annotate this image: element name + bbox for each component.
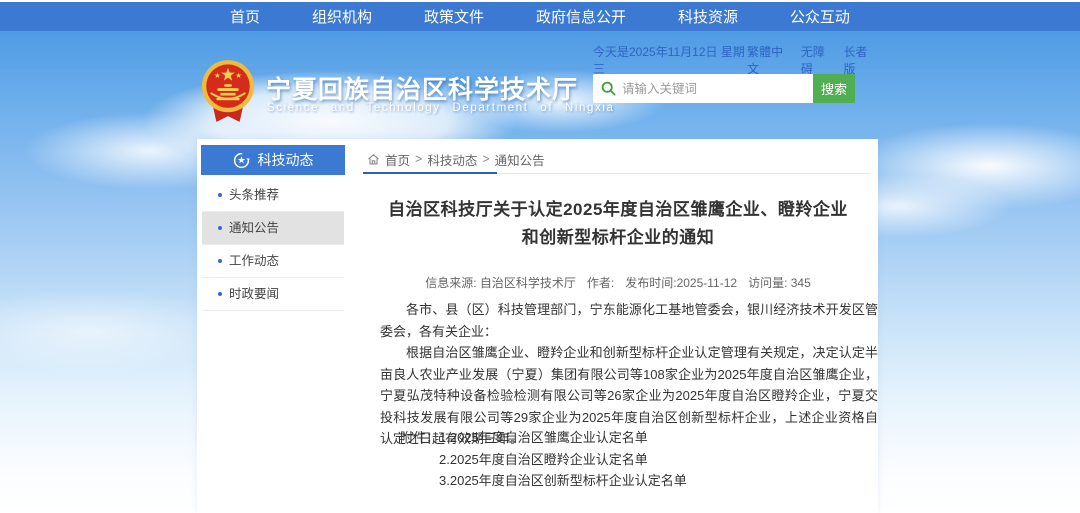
search-input-container	[593, 74, 813, 103]
attachments-label: 附件：	[400, 427, 439, 492]
article-title-line2: 和创新型标杆企业的通知	[522, 228, 715, 247]
nav-item-organization[interactable]: 组织机构	[312, 6, 372, 27]
breadcrumb-notices[interactable]: 通知公告	[495, 150, 545, 169]
meta-source: 信息来源: 自治区科学技术厅	[425, 274, 576, 291]
meta-publish-date: 发布时间:2025-11-12	[625, 274, 737, 291]
nav-item-resources[interactable]: 科技资源	[678, 6, 738, 27]
link-traditional-chinese[interactable]: 繁體中文	[747, 43, 792, 77]
content-panel: 科技动态 头条推荐 通知公告 工作动态 时政要闻 首页 > 科技动态 > 通知公…	[197, 139, 878, 513]
sidebar-item-political-news[interactable]: 时政要闻	[202, 278, 344, 311]
sidebar-menu: 头条推荐 通知公告 工作动态 时政要闻	[202, 179, 344, 311]
search-bar: 搜索	[593, 74, 855, 103]
sidebar-item-work-updates[interactable]: 工作动态	[202, 245, 344, 278]
bullet-dot-icon	[218, 259, 222, 263]
meta-visits-count: 访问量: 345	[748, 274, 811, 291]
national-emblem-logo	[199, 56, 257, 126]
attachments-list: 1.2025年度自治区雏鹰企业认定名单 2.2025年度自治区瞪羚企业认定名单 …	[439, 427, 687, 492]
attachment-link-3[interactable]: 3.2025年度自治区创新型标杆企业认定名单	[439, 470, 687, 492]
sidebar-item-label: 工作动态	[229, 245, 279, 278]
article-meta: 信息来源: 自治区科学技术厅 作者: 发布时间:2025-11-12 访问量: …	[367, 274, 869, 291]
nav-item-interaction[interactable]: 公众互动	[790, 6, 850, 27]
sidebar-item-notices[interactable]: 通知公告	[202, 212, 344, 245]
attachments-block: 附件： 1.2025年度自治区雏鹰企业认定名单 2.2025年度自治区瞪羚企业认…	[400, 427, 687, 492]
bullet-dot-icon	[218, 193, 222, 197]
attachment-link-2[interactable]: 2.2025年度自治区瞪羚企业认定名单	[439, 449, 687, 471]
breadcrumb: 首页 > 科技动态 > 通知公告	[367, 150, 545, 168]
search-input[interactable]	[622, 82, 805, 96]
bullet-dot-icon	[218, 292, 222, 296]
breadcrumb-active-underline	[363, 172, 497, 174]
home-icon	[367, 153, 380, 166]
nav-item-home[interactable]: 首页	[230, 6, 260, 27]
article-title: 自治区科技厅关于认定2025年度自治区雏鹰企业、瞪羚企业 和创新型标杆企业的通知	[367, 196, 869, 252]
sidebar-item-label: 头条推荐	[229, 179, 279, 212]
date-quicklinks-row: 今天是2025年11月12日 星期三 繁體中文 无障碍 长者版	[593, 52, 877, 68]
bullet-dot-icon	[218, 226, 222, 230]
link-elderly-version[interactable]: 长者版	[843, 43, 877, 77]
sidebar-item-headlines[interactable]: 头条推荐	[202, 179, 344, 212]
today-date-text: 今天是2025年11月12日 星期三	[593, 43, 747, 77]
breadcrumb-separator: >	[482, 152, 489, 166]
search-button[interactable]: 搜索	[813, 74, 855, 103]
nav-item-gov-info[interactable]: 政府信息公开	[536, 6, 626, 27]
search-icon	[601, 81, 616, 96]
breadcrumb-home[interactable]: 首页	[385, 150, 410, 169]
link-accessibility[interactable]: 无障碍	[801, 43, 835, 77]
nav-item-policy[interactable]: 政策文件	[424, 6, 484, 27]
article-paragraph: 各市、县（区）科技管理部门，宁东能源化工基地管委会，银川经济技术开发区管委会，各…	[380, 299, 878, 342]
tech-news-section-icon	[233, 152, 250, 169]
sidebar-section-header: 科技动态	[201, 145, 345, 175]
main-nav: 首页 组织机构 政策文件 政府信息公开 科技资源 公众互动	[200, 2, 880, 31]
sidebar-section-title: 科技动态	[258, 150, 314, 170]
site-title-english: Science and Technology Department of Nin…	[267, 102, 827, 114]
breadcrumb-separator: >	[415, 152, 422, 166]
top-navigation-bar: 首页 组织机构 政策文件 政府信息公开 科技资源 公众互动	[0, 0, 1080, 31]
attachment-link-1[interactable]: 1.2025年度自治区雏鹰企业认定名单	[439, 427, 687, 449]
breadcrumb-tech-news[interactable]: 科技动态	[427, 150, 477, 169]
sidebar-item-label: 通知公告	[229, 212, 279, 245]
sidebar-item-label: 时政要闻	[229, 278, 279, 311]
meta-author: 作者:	[587, 274, 614, 291]
article-title-line1: 自治区科技厅关于认定2025年度自治区雏鹰企业、瞪羚企业	[388, 200, 848, 219]
